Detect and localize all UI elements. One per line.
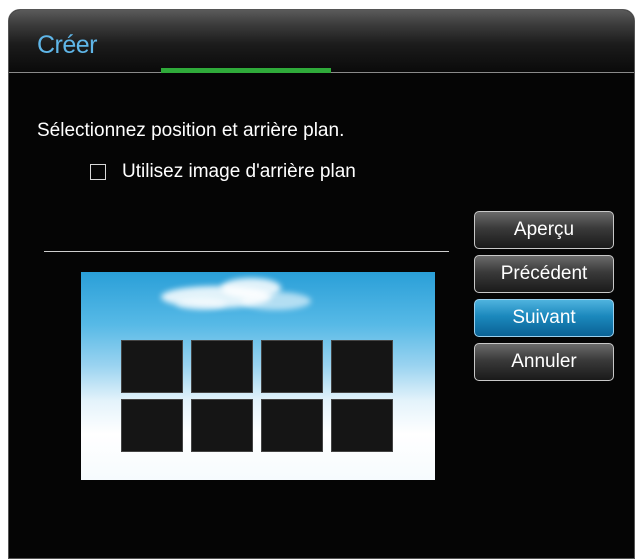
preview-tile [191,340,253,393]
preview-tile [331,399,393,452]
preview-tile [261,340,323,393]
section-divider [44,251,449,252]
preview-tile [191,399,253,452]
instruction-text: Sélectionnez position et arrière plan. [37,120,345,141]
create-dialog: Créer Sélectionnez position et arrière p… [8,9,635,559]
next-button[interactable]: Suivant [474,299,614,337]
background-image-checkbox[interactable] [90,164,106,180]
cancel-button[interactable]: Annuler [474,343,614,381]
layout-preview-image [81,272,435,480]
background-image-option[interactable]: Utilisez image d'arrière plan [90,161,356,183]
action-buttons: Aperçu Précédent Suivant Annuler [474,211,614,381]
previous-button[interactable]: Précédent [474,255,614,293]
preview-tile [331,340,393,393]
cloud-shape [241,292,311,310]
title-accent-bar [161,68,331,73]
preview-tile [261,399,323,452]
background-image-label: Utilisez image d'arrière plan [122,161,356,182]
tile-grid [121,340,393,452]
title-bar: Créer [9,10,634,72]
preview-tile [121,399,183,452]
dialog-title: Créer [37,31,98,59]
preview-button[interactable]: Aperçu [474,211,614,249]
cloud-shape [176,298,226,310]
preview-tile [121,340,183,393]
